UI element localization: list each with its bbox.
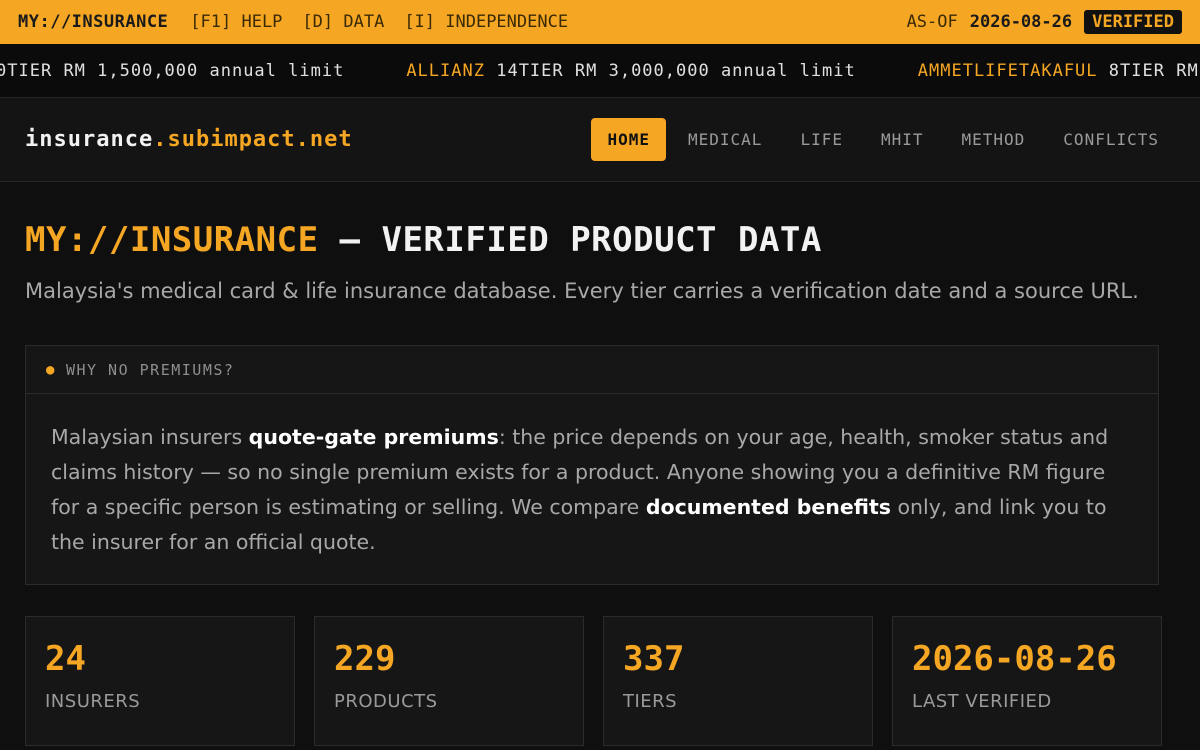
nav-conflicts[interactable]: CONFLICTS — [1047, 118, 1175, 161]
nav-method[interactable]: METHOD — [946, 118, 1042, 161]
ticker-track: 0TIER RM 1,500,000 annual limit ALLIANZ … — [0, 44, 1200, 97]
logo-accent: .subimpact.net — [153, 127, 353, 152]
stat-value: 24 — [45, 639, 86, 679]
ticker-insurer: ALLIANZ — [406, 61, 485, 81]
ticker: 0TIER RM 1,500,000 annual limit ALLIANZ … — [0, 44, 1200, 98]
ticker-limit: RM 3,000,000 annual limit — [574, 61, 856, 81]
panel-heading: WHY NO PREMIUMS? — [65, 360, 235, 379]
main-content: MY://INSURANCE — VERIFIED PRODUCT DATA M… — [0, 220, 1200, 746]
ticker-limit: RM 1,000,000 annual limit — [1176, 61, 1200, 81]
stat-card-tiers: 337 TIERS — [603, 616, 873, 746]
stat-card-last-verified: 2026-08-26 LAST VERIFIED — [892, 616, 1162, 746]
ticker-limit: RM 1,500,000 annual limit — [63, 61, 345, 81]
stat-value: 337 — [623, 639, 685, 679]
nav-mhit[interactable]: MHIT — [865, 118, 940, 161]
verified-badge: VERIFIED — [1084, 10, 1182, 34]
stats-row: 24 INSURERS 229 PRODUCTS 337 TIERS 2026-… — [25, 616, 1175, 746]
page-subtitle: Malaysia's medical card & life insurance… — [25, 279, 1139, 303]
panel-bold: documented benefits — [645, 495, 891, 519]
panel-body: Malaysian insurers quote-gate premiums: … — [26, 394, 1158, 584]
stat-card-products: 229 PRODUCTS — [314, 616, 584, 746]
why-no-premiums-panel: ● WHY NO PREMIUMS? Malaysian insurers qu… — [25, 345, 1159, 585]
ticker-item: 0TIER RM 1,500,000 annual limit — [0, 61, 344, 81]
panel-bold: quote-gate premiums — [248, 425, 499, 449]
main-nav: insurance.subimpact.net HOME MEDICAL LIF… — [0, 98, 1200, 182]
asof-date: 2026-08-26 — [969, 12, 1073, 32]
stat-label: LAST VERIFIED — [912, 691, 1052, 712]
panel-header[interactable]: ● WHY NO PREMIUMS? — [26, 346, 1158, 394]
ticker-item: AMMETLIFETAKAFUL 8TIER RM 1,000,000 annu… — [918, 61, 1200, 81]
top-bar: MY://INSURANCE [F1] HELP [D] DATA [I] IN… — [0, 0, 1200, 44]
nav-life[interactable]: LIFE — [784, 118, 859, 161]
bullet-icon: ● — [46, 361, 56, 378]
stat-value: 2026-08-26 — [912, 639, 1117, 679]
ticker-insurer: AMMETLIFETAKAFUL — [917, 61, 1098, 81]
page-title-rest: — VERIFIED PRODUCT DATA — [318, 220, 822, 260]
ticker-tiers: 0TIER — [0, 61, 53, 81]
panel-text: Malaysian insurers — [51, 425, 249, 449]
stat-value: 229 — [334, 639, 396, 679]
independence-shortcut[interactable]: [I] INDEPENDENCE — [404, 12, 568, 32]
logo-main: insurance — [25, 127, 154, 152]
nav-medical[interactable]: MEDICAL — [672, 118, 778, 161]
ticker-tiers: 14TIER — [496, 61, 564, 81]
stat-label: TIERS — [623, 691, 678, 712]
stat-card-insurers: 24 INSURERS — [25, 616, 295, 746]
help-shortcut[interactable]: [F1] HELP — [190, 12, 282, 32]
nav-links: HOME MEDICAL LIFE MHIT METHOD CONFLICTS — [585, 118, 1175, 161]
page-title-accent: MY://INSURANCE — [25, 220, 319, 260]
stat-label: INSURERS — [45, 691, 141, 712]
page-title: MY://INSURANCE — VERIFIED PRODUCT DATA — [25, 220, 1175, 260]
ticker-tiers: 8TIER — [1108, 61, 1165, 81]
ticker-item: ALLIANZ 14TIER RM 3,000,000 annual limit — [406, 61, 855, 81]
nav-home[interactable]: HOME — [591, 118, 666, 161]
asof-label: AS-OF — [906, 12, 958, 32]
topbar-brand[interactable]: MY://INSURANCE — [18, 12, 168, 32]
stat-label: PRODUCTS — [334, 691, 438, 712]
data-shortcut[interactable]: [D] DATA — [302, 12, 384, 32]
site-logo[interactable]: insurance.subimpact.net — [25, 127, 353, 152]
